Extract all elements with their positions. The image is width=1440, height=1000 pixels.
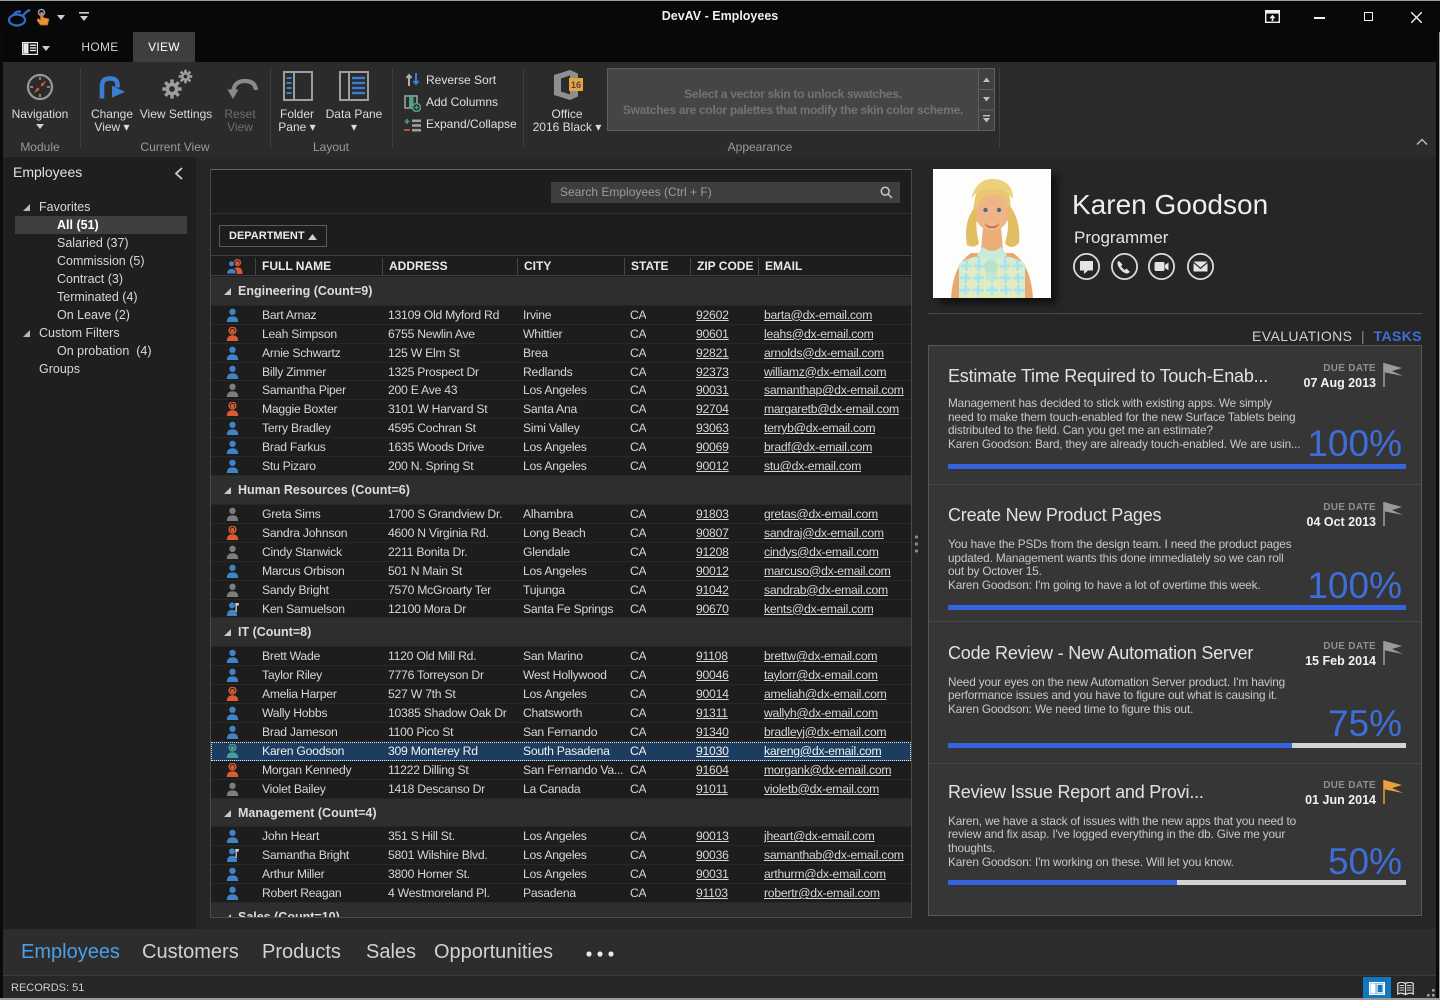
svg-text:16: 16 bbox=[571, 80, 582, 91]
